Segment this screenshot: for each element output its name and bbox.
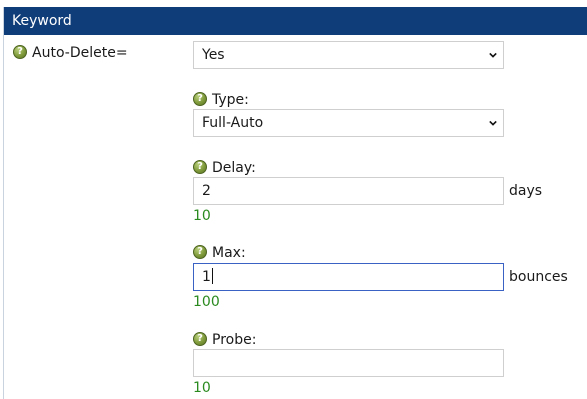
delay-unit: days (509, 183, 543, 199)
delay-input[interactable]: 2 (193, 177, 504, 205)
help-icon-probe[interactable]: ? (193, 332, 207, 346)
chevron-down-icon (489, 120, 497, 126)
probe-hint: 10 (193, 380, 211, 396)
max-hint: 100 (193, 294, 220, 310)
keyword-panel: Keyword ? Auto-Delete= Yes ? Type: Full-… (3, 7, 587, 399)
max-input-value: 1 (202, 269, 211, 285)
help-icon-type[interactable]: ? (193, 92, 207, 106)
auto-delete-selected-value: Yes (202, 47, 225, 63)
auto-delete-label: Auto-Delete= (32, 45, 128, 61)
type-label: Type: (212, 92, 249, 108)
probe-input[interactable] (193, 349, 504, 377)
type-select[interactable]: Full-Auto (193, 109, 504, 137)
help-icon-auto-delete[interactable]: ? (13, 45, 27, 59)
text-caret (211, 268, 213, 284)
delay-hint: 10 (193, 208, 211, 224)
delay-label: Delay: (212, 160, 256, 176)
panel-title: Keyword (12, 13, 72, 29)
probe-label: Probe: (212, 332, 257, 348)
delay-input-value: 2 (202, 183, 211, 199)
help-icon-delay[interactable]: ? (193, 160, 207, 174)
help-icon-max[interactable]: ? (193, 245, 207, 259)
type-selected-value: Full-Auto (202, 115, 264, 131)
auto-delete-select[interactable]: Yes (193, 41, 504, 69)
max-unit: bounces (509, 269, 568, 285)
max-label: Max: (212, 245, 246, 261)
panel-header: Keyword (4, 7, 587, 35)
max-input[interactable]: 1 (193, 263, 504, 291)
chevron-down-icon (489, 52, 497, 58)
